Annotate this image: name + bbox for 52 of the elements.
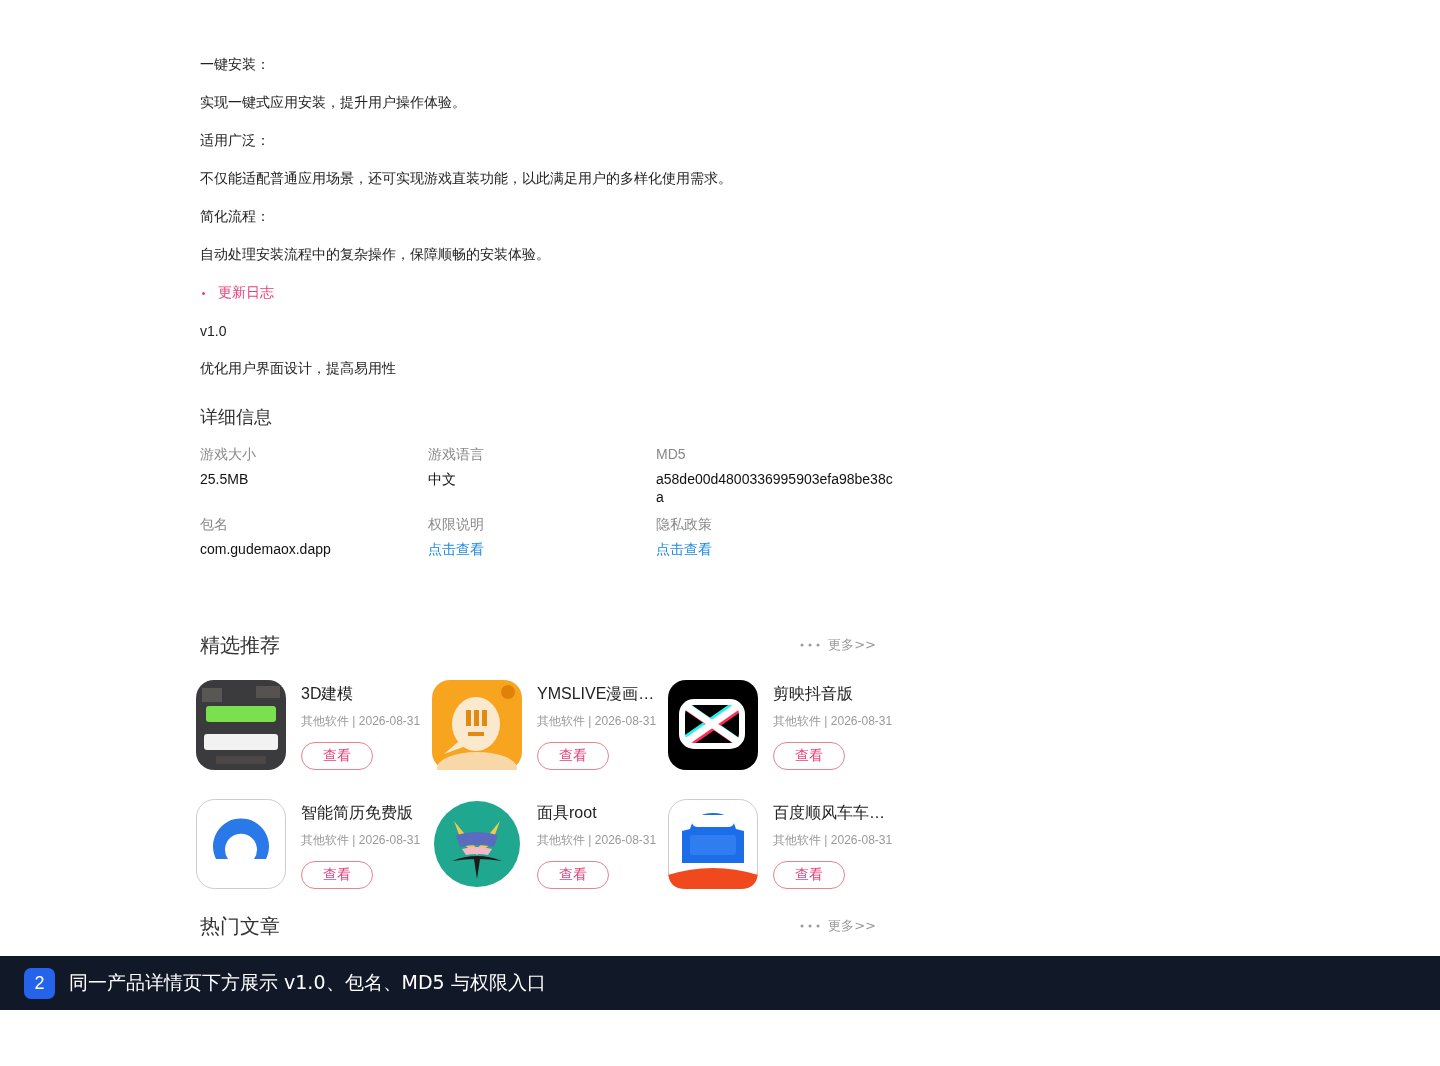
app-name[interactable]: 智能简历免费版 [301, 803, 421, 824]
app-name[interactable]: 3D建模 [301, 684, 421, 705]
paragraph: 适用广泛： [200, 132, 270, 150]
version-text: v1.0 [200, 323, 227, 339]
paragraph: 优化用户界面设计，提高易用性 [200, 360, 396, 378]
view-button[interactable]: 查看 [301, 742, 373, 770]
field-label: 权限说明 [428, 515, 485, 534]
more-dots-icon [800, 924, 821, 928]
view-link[interactable]: 点击查看 [428, 540, 656, 558]
field-label: 游戏大小 [200, 445, 257, 464]
app-meta: 其他软件 | 2026-08-31 [773, 713, 893, 730]
view-link[interactable]: 点击查看 [656, 540, 900, 558]
paragraph: 不仅能适配普通应用场景，还可实现游戏直装功能，以此满足用户的多样化使用需求。 [200, 170, 732, 188]
view-button[interactable]: 查看 [773, 861, 845, 889]
app-meta: 其他软件 | 2026-08-31 [773, 832, 893, 849]
paragraph: 实现一键式应用安装，提升用户操作体验。 [200, 94, 466, 112]
app-name[interactable]: 剪映抖音版 [773, 684, 893, 705]
field-value: 中文 [428, 470, 457, 488]
app-name[interactable]: 面具root [537, 803, 657, 824]
bullet-icon [202, 291, 205, 295]
paragraph: 简化流程： [200, 208, 270, 226]
field-value: com.gudemaox.dapp [200, 540, 332, 558]
app-icon[interactable] [196, 680, 286, 770]
field-label: MD5 [656, 445, 687, 464]
more-dots-icon [800, 643, 821, 647]
more-link[interactable]: 更多>> [828, 636, 876, 654]
field-label: 包名 [200, 515, 229, 534]
field-label: 游戏语言 [428, 445, 485, 464]
field-value: 25.5MB [200, 470, 250, 488]
app-meta: 其他软件 | 2026-08-31 [537, 832, 657, 849]
section-title: 详细信息 [200, 406, 273, 429]
paragraph: 自动处理安装流程中的复杂操作，保障顺畅的安装体验。 [200, 246, 550, 264]
view-button[interactable]: 查看 [301, 861, 373, 889]
app-meta: 其他软件 | 2026-08-31 [301, 713, 421, 730]
more-link[interactable]: 更多>> [828, 917, 876, 935]
view-button[interactable]: 查看 [773, 742, 845, 770]
app-meta: 其他软件 | 2026-08-31 [301, 832, 421, 849]
section-title: 精选推荐 [200, 632, 280, 658]
app-name[interactable]: 百度顺风车车… [773, 803, 893, 824]
app-icon[interactable] [432, 799, 522, 889]
field-label: 隐私政策 [656, 515, 713, 534]
section-heading: 更新日志 [218, 284, 274, 302]
app-icon[interactable] [668, 680, 758, 770]
section-title: 热门文章 [200, 913, 280, 939]
view-button[interactable]: 查看 [537, 861, 609, 889]
paragraph: 一键安装： [200, 56, 270, 74]
app-name[interactable]: YMSLIVE漫画… [537, 684, 657, 705]
field-value: a58de00d4800336995903efa98be38ca [656, 470, 894, 506]
caption-text: 同一产品详情页下方展示 v1.0、包名、MD5 与权限入口 [69, 970, 546, 995]
view-button[interactable]: 查看 [537, 742, 609, 770]
step-badge: 2 [24, 967, 55, 999]
app-meta: 其他软件 | 2026-08-31 [537, 713, 657, 730]
